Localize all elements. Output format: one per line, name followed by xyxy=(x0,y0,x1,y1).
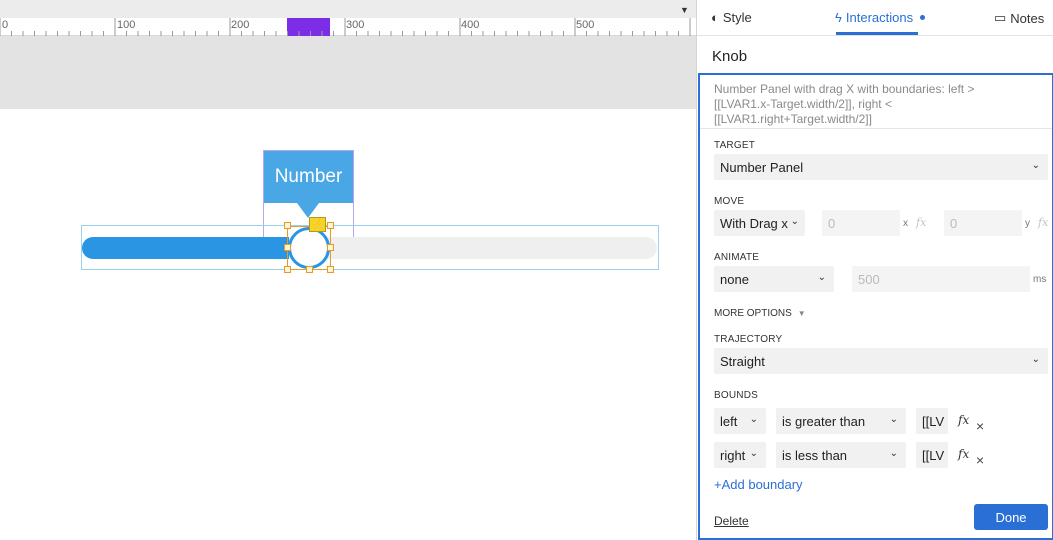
animate-easing-value: none xyxy=(720,271,749,287)
delete-link[interactable]: Delete xyxy=(714,514,749,528)
chevron-down-icon: ⌄ xyxy=(889,448,898,459)
move-y-input[interactable]: 0 xyxy=(944,210,1022,236)
ruler-label: 500 xyxy=(576,19,595,31)
ruler-label: 400 xyxy=(461,19,480,31)
widget-name[interactable]: Knob xyxy=(712,48,747,65)
move-x-suffix: x xyxy=(903,218,908,229)
interaction-description: Number Panel with drag X with boundaries… xyxy=(714,82,975,126)
bound-side-select[interactable]: right ⌄ xyxy=(714,442,766,468)
style-icon: ◐ xyxy=(711,10,719,25)
chevron-down-icon: ⌄ xyxy=(1031,354,1040,365)
number-panel-label: Number xyxy=(274,166,343,187)
trajectory-select[interactable]: Straight ⌄ xyxy=(714,348,1048,374)
properties-panel: ◐ Style ϟ Interactions ▭ Notes Knob Numb… xyxy=(696,0,1053,540)
bound-value-input[interactable]: [[LV xyxy=(916,442,948,468)
chevron-down-icon: ⌄ xyxy=(749,414,758,425)
move-mode-value: With Drag x xyxy=(720,215,788,231)
trajectory-value: Straight xyxy=(720,353,765,369)
move-x-placeholder: 0 xyxy=(828,215,836,231)
done-button[interactable]: Done xyxy=(974,504,1048,530)
resize-handle[interactable] xyxy=(284,222,291,229)
move-y-suffix: y xyxy=(1025,218,1030,229)
remove-bound-icon[interactable]: × xyxy=(976,418,984,434)
knob-selection-outline xyxy=(287,226,331,270)
divider xyxy=(700,128,1052,129)
interaction-lightning-icon[interactable]: ⚡ xyxy=(309,217,326,232)
animate-label: ANIMATE xyxy=(714,252,760,263)
animate-easing-select[interactable]: none ⌄ xyxy=(714,266,834,292)
add-boundary-link[interactable]: +Add boundary xyxy=(714,477,803,492)
animate-duration-placeholder: 500 xyxy=(858,271,880,287)
bound-operator-value: is less than xyxy=(782,447,848,463)
resize-handle[interactable] xyxy=(306,266,313,273)
ruler-label: 300 xyxy=(346,19,365,31)
bound-side-value: left xyxy=(720,413,738,429)
bounds-label: BOUNDS xyxy=(714,390,758,401)
caret-down-icon: ▼ xyxy=(797,309,806,318)
resize-handle[interactable] xyxy=(327,266,334,273)
bound-side-value: right xyxy=(720,447,746,463)
tab-style[interactable]: ◐ Style xyxy=(711,10,752,25)
tab-notes[interactable]: ▭ Notes xyxy=(994,10,1044,26)
chevron-down-icon: ⌄ xyxy=(1031,160,1040,171)
target-select-value: Number Panel xyxy=(720,159,804,175)
resize-handle[interactable] xyxy=(284,244,291,251)
remove-bound-icon[interactable]: × xyxy=(976,452,984,468)
target-label: TARGET xyxy=(714,140,756,151)
panel-tabs: ◐ Style ϟ Interactions ▭ Notes xyxy=(697,0,1053,36)
ruler-label: 100 xyxy=(117,19,136,31)
number-panel-pointer xyxy=(297,203,319,218)
fx-icon[interactable]: fx xyxy=(958,413,969,427)
duration-unit: ms xyxy=(1033,274,1047,285)
ruler-dropdown-icon[interactable]: ▼ xyxy=(680,5,689,15)
bound-operator-select[interactable]: is less than ⌄ xyxy=(776,442,906,468)
resize-handle[interactable] xyxy=(327,222,334,229)
interaction-editor: Number Panel with drag X with boundaries… xyxy=(698,73,1053,540)
active-tab-underline xyxy=(836,32,918,35)
move-label: MOVE xyxy=(714,196,745,207)
trajectory-label: TRAJECTORY xyxy=(714,334,783,345)
notes-icon: ▭ xyxy=(994,10,1007,25)
bound-side-select[interactable]: left ⌄ xyxy=(714,408,766,434)
tab-style-label: Style xyxy=(722,10,752,25)
horizontal-ruler: 0 100 200 300 400 500 ▼ xyxy=(0,0,696,36)
bound-value-input[interactable]: [[LV xyxy=(916,408,948,434)
ruler-label: 0 xyxy=(2,19,9,31)
lightning-icon: ϟ xyxy=(835,10,842,25)
chevron-down-icon: ⌄ xyxy=(749,448,758,459)
bound-value-text: [[LV xyxy=(922,447,945,463)
animate-duration-input[interactable]: 500 xyxy=(852,266,1030,292)
bound-operator-value: is greater than xyxy=(782,413,866,429)
bound-operator-select[interactable]: is greater than ⌄ xyxy=(776,408,906,434)
move-y-placeholder: 0 xyxy=(950,215,958,231)
move-x-input[interactable]: 0 xyxy=(822,210,900,236)
active-dot-indicator xyxy=(920,15,926,20)
tab-notes-label: Notes xyxy=(1010,10,1045,26)
tab-interactions-label: Interactions xyxy=(845,10,914,25)
target-select[interactable]: Number Panel ⌄ xyxy=(714,154,1048,180)
bound-value-text: [[LV xyxy=(922,413,945,429)
tab-interactions[interactable]: ϟ Interactions xyxy=(835,10,926,25)
fx-icon[interactable]: fx xyxy=(916,216,926,229)
chevron-down-icon: ⌄ xyxy=(790,216,799,227)
number-panel[interactable]: Number xyxy=(264,151,353,203)
slider-fill xyxy=(82,237,289,259)
resize-handle[interactable] xyxy=(284,266,291,273)
resize-handle[interactable] xyxy=(327,244,334,251)
chevron-down-icon: ⌄ xyxy=(889,414,898,425)
ruler-label: 200 xyxy=(231,19,250,31)
design-canvas[interactable]: 0 100 200 300 400 500 ▼ Number ⚡ xyxy=(0,0,696,540)
move-mode-select[interactable]: With Drag x ⌄ xyxy=(714,210,805,236)
more-options-label: MORE OPTIONS xyxy=(714,308,792,319)
fx-icon[interactable]: fx xyxy=(1038,216,1048,229)
chevron-down-icon: ⌄ xyxy=(817,272,826,283)
more-options-toggle[interactable]: MORE OPTIONS ▼ xyxy=(714,308,806,319)
canvas-header-band xyxy=(0,36,696,109)
fx-icon[interactable]: fx xyxy=(958,447,969,461)
